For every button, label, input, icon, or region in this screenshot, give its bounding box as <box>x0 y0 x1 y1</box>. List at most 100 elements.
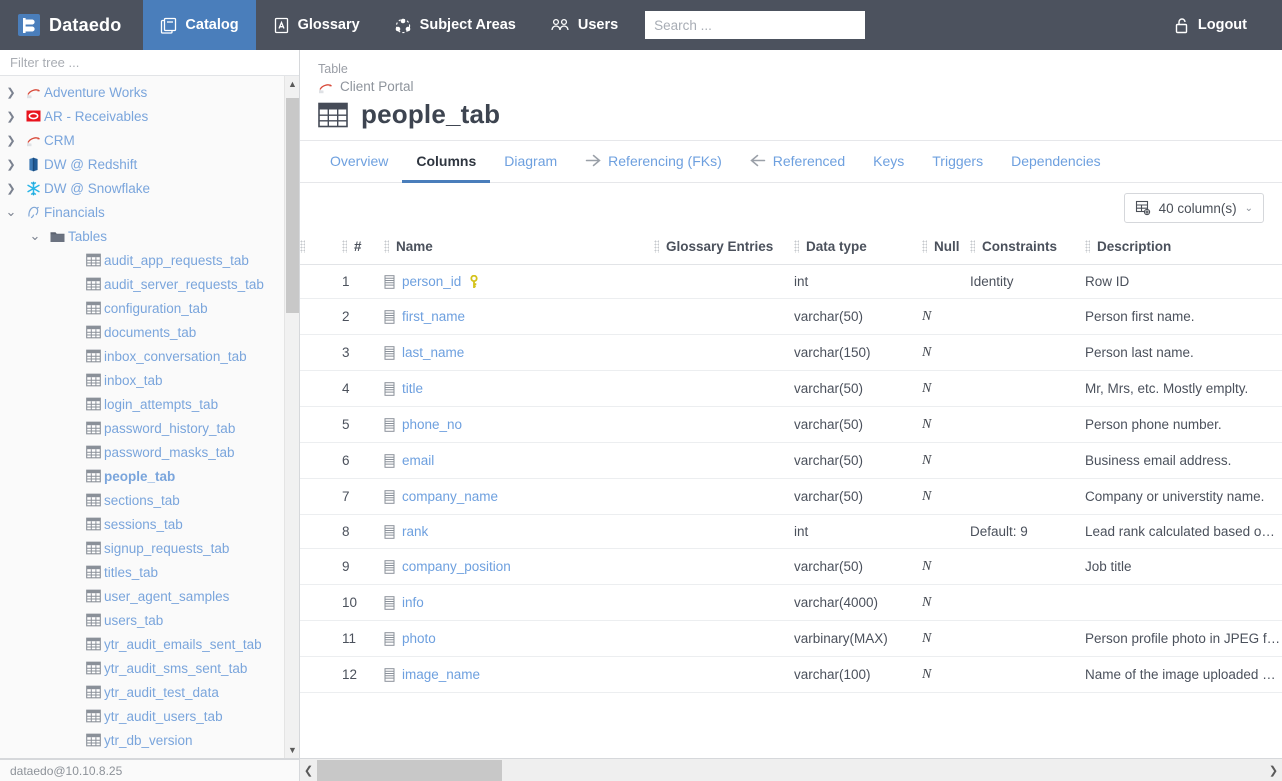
table-row[interactable]: 4 title varchar(50) N Mr, Mrs, etc. Mostly e… <box>300 370 1282 407</box>
tree-item-user-agent-samples[interactable]: user_agent_samples <box>0 584 299 608</box>
grid-header-null[interactable]: Null <box>922 231 970 265</box>
table-row[interactable]: 6 email varchar(50) N Business email address… <box>300 442 1282 479</box>
tree-item-ytr-db-version[interactable]: ytr_db_version <box>0 728 299 752</box>
chevron-down-icon[interactable]: ⌄ <box>24 228 46 244</box>
column-name-link[interactable]: rank <box>402 524 428 539</box>
tree-item-people-tab[interactable]: people_tab <box>0 464 299 488</box>
table-row[interactable]: 1 person_id int Identity Row ID <box>300 264 1282 299</box>
table-row[interactable]: 10 info varchar(4000) N <box>300 584 1282 621</box>
tree-item-users-tab[interactable]: users_tab <box>0 608 299 632</box>
chevron-right-icon[interactable]: ❯ <box>0 86 22 99</box>
chevron-right-icon[interactable]: ❯ <box>0 110 22 123</box>
filter-tree-input[interactable] <box>0 50 299 76</box>
table-row[interactable]: 5 phone_no varchar(50) N Person phone number… <box>300 406 1282 443</box>
column-name-link[interactable]: email <box>402 453 434 468</box>
chevron-right-icon[interactable]: ❯ <box>0 134 22 147</box>
row-select-cell[interactable] <box>300 548 342 585</box>
table-row[interactable]: 2 first_name varchar(50) N Person first name… <box>300 298 1282 335</box>
grid-header-glossary-entries[interactable]: Glossary Entries <box>654 231 794 265</box>
chevron-left-icon[interactable]: ❮ <box>300 759 317 781</box>
column-resize-grip[interactable] <box>970 240 975 253</box>
row-select-cell[interactable] <box>300 620 342 657</box>
column-resize-grip[interactable] <box>1085 240 1090 253</box>
tree-item-sessions-tab[interactable]: sessions_tab <box>0 512 299 536</box>
column-resize-grip[interactable] <box>342 240 347 253</box>
column-resize-grip[interactable] <box>300 240 305 253</box>
tree-item-password-masks-tab[interactable]: password_masks_tab <box>0 440 299 464</box>
chevron-right-icon[interactable]: ❯ <box>0 158 22 171</box>
tree-item-ar-receivables[interactable]: ❯ AR - Receivables <box>0 104 299 128</box>
row-select-cell[interactable] <box>300 478 342 515</box>
tree-item-crm[interactable]: ❯ CRM <box>0 128 299 152</box>
tab-diagram[interactable]: Diagram <box>490 141 571 183</box>
row-select-cell[interactable] <box>300 298 342 335</box>
tree-item-tables[interactable]: ⌄ Tables <box>0 224 299 248</box>
tab-overview[interactable]: Overview <box>316 141 402 183</box>
column-resize-grip[interactable] <box>384 240 389 253</box>
search-input[interactable] <box>645 11 866 39</box>
tree-item-inbox-conversation-tab[interactable]: inbox_conversation_tab <box>0 344 299 368</box>
tree-item-ytr-audit-test-data[interactable]: ytr_audit_test_data <box>0 680 299 704</box>
tree-item-ytr-audit-users-tab[interactable]: ytr_audit_users_tab <box>0 704 299 728</box>
breadcrumb[interactable]: Client Portal <box>318 79 1264 94</box>
horizontal-scrollbar[interactable]: ❮ ❯ <box>300 758 1282 781</box>
tree-item-titles-tab[interactable]: titles_tab <box>0 560 299 584</box>
tree-item-audit-server-requests-tab[interactable]: audit_server_requests_tab <box>0 272 299 296</box>
nav-item-users[interactable]: Users <box>533 0 635 50</box>
tree-item-inbox-tab[interactable]: inbox_tab <box>0 368 299 392</box>
table-row[interactable]: 3 last_name varchar(150) N Person last name. <box>300 334 1282 371</box>
row-select-cell[interactable] <box>300 264 342 299</box>
column-resize-grip[interactable] <box>794 240 799 253</box>
chevron-down-icon[interactable]: ⌄ <box>0 204 22 220</box>
tree-item-audit-app-requests-tab[interactable]: audit_app_requests_tab <box>0 248 299 272</box>
column-name-link[interactable]: company_name <box>402 489 498 504</box>
table-row[interactable]: 11 photo varbinary(MAX) N Person profile pho… <box>300 620 1282 657</box>
column-resize-grip[interactable] <box>654 240 659 253</box>
grid-header-name[interactable]: Name <box>384 231 654 265</box>
row-select-cell[interactable] <box>300 442 342 479</box>
nav-item-glossary[interactable]: Glossary <box>256 0 377 50</box>
column-name-link[interactable]: photo <box>402 631 436 646</box>
tab-triggers[interactable]: Triggers <box>918 141 997 183</box>
column-name-link[interactable]: image_name <box>402 667 480 682</box>
row-select-cell[interactable] <box>300 334 342 371</box>
table-row[interactable]: 7 company_name varchar(50) N Company or univ… <box>300 478 1282 515</box>
column-name-link[interactable]: phone_no <box>402 417 462 432</box>
table-row[interactable]: 9 company_position varchar(50) N Job title <box>300 548 1282 585</box>
tab-referenced[interactable]: Referenced <box>736 141 859 183</box>
grid-header-data-type[interactable]: Data type <box>794 231 922 265</box>
grid-header-constraints[interactable]: Constraints <box>970 231 1085 265</box>
tab-dependencies[interactable]: Dependencies <box>997 141 1115 183</box>
tree-item-password-history-tab[interactable]: password_history_tab <box>0 416 299 440</box>
grid-header-description[interactable]: Description <box>1085 231 1282 265</box>
chevron-right-icon[interactable]: ❯ <box>1265 759 1282 781</box>
brand-logo-home-link[interactable]: Dataedo <box>0 0 143 50</box>
tab-referencing-fks[interactable]: Referencing (FKs) <box>571 141 736 183</box>
tree-item-signup-requests-tab[interactable]: signup_requests_tab <box>0 536 299 560</box>
table-row[interactable]: 12 image_name varchar(100) N Name of the ima… <box>300 656 1282 693</box>
column-name-link[interactable]: info <box>402 595 424 610</box>
column-name-link[interactable]: company_position <box>402 559 511 574</box>
column-name-link[interactable]: last_name <box>402 345 464 360</box>
sidebar-scrollbar-thumb[interactable] <box>286 98 299 313</box>
tab-keys[interactable]: Keys <box>859 141 918 183</box>
tree-item-login-attempts-tab[interactable]: login_attempts_tab <box>0 392 299 416</box>
chevron-right-icon[interactable]: ❯ <box>0 182 22 195</box>
nav-item-subject-areas[interactable]: Subject Areas <box>377 0 533 50</box>
tab-columns[interactable]: Columns <box>402 141 491 183</box>
column-name-link[interactable]: first_name <box>402 309 465 324</box>
row-select-cell[interactable] <box>300 584 342 621</box>
tree-item-dw-snowflake[interactable]: ❯ DW @ Snowflake <box>0 176 299 200</box>
row-select-cell[interactable] <box>300 514 342 549</box>
table-row[interactable]: 8 rank int Default: 9 Lead rank calculated b… <box>300 514 1282 549</box>
tree-item-financials[interactable]: ⌄ Financials <box>0 200 299 224</box>
tree-item-ytr-audit-emails-sent-tab[interactable]: ytr_audit_emails_sent_tab <box>0 632 299 656</box>
grid-header-select[interactable] <box>300 231 342 265</box>
tree-item-adventure-works[interactable]: ❯ Adventure Works <box>0 80 299 104</box>
row-select-cell[interactable] <box>300 406 342 443</box>
scroll-up-arrow[interactable]: ▲ <box>285 76 299 92</box>
row-select-cell[interactable] <box>300 656 342 693</box>
tree-item-configuration-tab[interactable]: configuration_tab <box>0 296 299 320</box>
sidebar-vertical-scrollbar[interactable]: ▲ ▼ <box>284 76 299 758</box>
tree-item-sections-tab[interactable]: sections_tab <box>0 488 299 512</box>
